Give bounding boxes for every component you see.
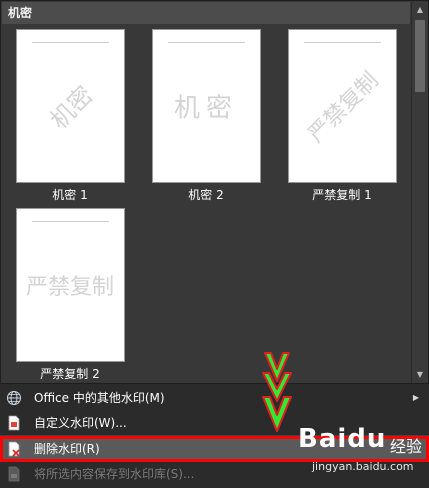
menu-item-label: 删除水印(R) bbox=[34, 442, 100, 456]
page-header-line bbox=[167, 42, 245, 43]
page-header-line bbox=[303, 42, 381, 43]
globe-icon bbox=[7, 391, 21, 405]
scroll-thumb[interactable] bbox=[415, 20, 425, 92]
menu-item-office-watermarks[interactable]: Office 中的其他水印(M) ▶ bbox=[0, 386, 429, 410]
watermark-thumbnail: 机密 bbox=[151, 29, 261, 183]
annotation-arrow-icon bbox=[262, 396, 292, 432]
gallery-scrollbar[interactable]: ▲ ▼ bbox=[411, 2, 428, 383]
watermark-label: 严禁复制 1 bbox=[312, 188, 372, 202]
remove-watermark-icon bbox=[8, 441, 20, 457]
menu-item-label: 将所选内容保存到水印库(S)... bbox=[34, 467, 195, 481]
watermark-item-do-not-copy-2[interactable]: 严禁复制 严禁复制 2 bbox=[14, 208, 126, 382]
watermark-item-do-not-copy-1[interactable]: 严禁复制 严禁复制 1 bbox=[286, 29, 398, 203]
watermark-item-confidential-2[interactable]: 机密 机密 2 bbox=[150, 29, 262, 203]
baidu-logo: Baidu bbox=[298, 424, 387, 454]
watermark-preview-text: 机密 bbox=[44, 80, 99, 135]
watermark-preview-text: 严禁复制 bbox=[303, 67, 384, 148]
submenu-arrow-icon: ▶ bbox=[412, 393, 419, 402]
menu-item-label: 自定义水印(W)... bbox=[34, 416, 127, 430]
watermark-label: 机密 1 bbox=[52, 188, 88, 202]
watermark-preview-text: 严禁复制 bbox=[25, 275, 115, 300]
page-header-line bbox=[31, 42, 109, 43]
baidu-jingyan-watermark: Baidu 经验 jingyan.baidu.com bbox=[296, 424, 426, 484]
scroll-down-icon[interactable]: ▼ bbox=[412, 367, 428, 383]
section-header: 机密 bbox=[2, 2, 410, 24]
watermark-label: 严禁复制 2 bbox=[40, 367, 100, 381]
watermark-word: 经验 bbox=[390, 437, 423, 456]
scroll-up-icon[interactable]: ▲ bbox=[412, 2, 428, 18]
watermark-item-confidential-1[interactable]: 机密 机密 1 bbox=[14, 29, 126, 203]
custom-watermark-icon bbox=[8, 415, 20, 431]
menu-item-label: Office 中的其他水印(M) bbox=[34, 391, 165, 405]
save-gallery-icon bbox=[8, 466, 20, 482]
watermark-thumbnail: 机密 bbox=[15, 29, 125, 183]
watermark-label: 机密 2 bbox=[188, 188, 224, 202]
watermark-preview-text: 机密 bbox=[173, 93, 239, 124]
watermark-thumbnail: 严禁复制 bbox=[287, 29, 397, 183]
watermark-url: jingyan.baidu.com bbox=[312, 460, 414, 473]
watermark-thumbnail: 严禁复制 bbox=[15, 208, 125, 362]
watermark-gallery: 机密 机密 机密 1 机密 机密 2 严禁复制 严禁复制 1 严禁复制 严禁复制… bbox=[0, 0, 429, 384]
page-header-line bbox=[31, 221, 109, 222]
